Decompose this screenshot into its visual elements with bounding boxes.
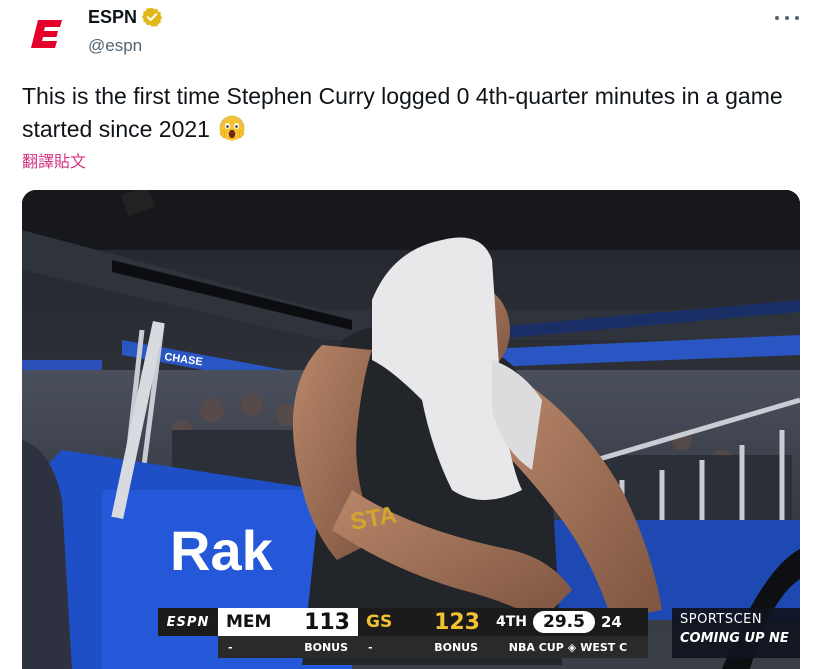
away-team: MEM — [226, 612, 272, 632]
court-sign-text: Rak — [170, 519, 274, 582]
home-fouls: - — [368, 640, 373, 654]
more-options-icon[interactable] — [775, 10, 799, 26]
translate-post-link[interactable]: 翻譯貼文 — [22, 148, 86, 172]
espn-logo-icon — [31, 20, 62, 48]
verified-badge-icon[interactable] — [141, 6, 163, 28]
away-score: 113 — [304, 609, 350, 635]
event-name: NBA CUP — [508, 640, 564, 654]
away-bonus: BONUS — [304, 640, 348, 654]
home-team: GS — [366, 612, 393, 632]
tweet-text: This is the first time Stephen Curry log… — [22, 80, 792, 146]
display-name[interactable]: ESPN — [88, 6, 137, 28]
quarter: 4TH — [496, 614, 528, 630]
name-row: ESPN — [88, 6, 163, 28]
away-team-box: MEM 113 — [218, 608, 358, 636]
tweet-card: ESPN @espn This is the first time Stephe… — [0, 0, 817, 669]
face-screaming-emoji-icon — [219, 115, 245, 141]
tweet-media-image[interactable]: Rak CHASE STA ESPN MEM 113 GS 123 4TH 29… — [22, 190, 800, 669]
network-logo: ESPN — [158, 608, 218, 636]
dot — [795, 16, 799, 20]
scoreboard: ESPN MEM 113 GS 123 4TH 29.5 24 — [158, 608, 648, 636]
home-bonus: BONUS — [434, 640, 478, 654]
home-team-box: GS 123 — [358, 608, 488, 636]
dot — [785, 16, 789, 20]
away-fouls: - — [228, 640, 233, 654]
dot — [775, 16, 779, 20]
basketball-scene-image: Rak CHASE STA — [22, 190, 800, 669]
away-bonus-box: - BONUS — [218, 636, 358, 658]
game-clock-box: 4TH 29.5 24 — [488, 608, 648, 636]
author-block: ESPN @espn — [88, 6, 163, 56]
event-box: NBA CUP ◈ WEST C — [488, 636, 648, 658]
home-score: 123 — [434, 609, 480, 635]
handle[interactable]: @espn — [88, 36, 163, 56]
promo-subtitle: COMING UP NE — [680, 631, 789, 646]
tweet-body: This is the first time Stephen Curry log… — [22, 83, 783, 142]
shot-clock: 24 — [600, 613, 622, 631]
event-detail: WEST C — [580, 640, 628, 654]
game-clock: 29.5 — [533, 611, 595, 633]
scoreboard-subbar: - BONUS - BONUS NBA CUP ◈ WEST C — [218, 636, 648, 658]
promo-title: SPORTSCEN — [680, 612, 763, 627]
sportscenter-promo: SPORTSCEN COMING UP NE — [672, 608, 800, 658]
nba-cup-icon: ◈ — [567, 640, 577, 654]
home-bonus-box: - BONUS — [358, 636, 488, 658]
avatar[interactable] — [21, 7, 75, 61]
